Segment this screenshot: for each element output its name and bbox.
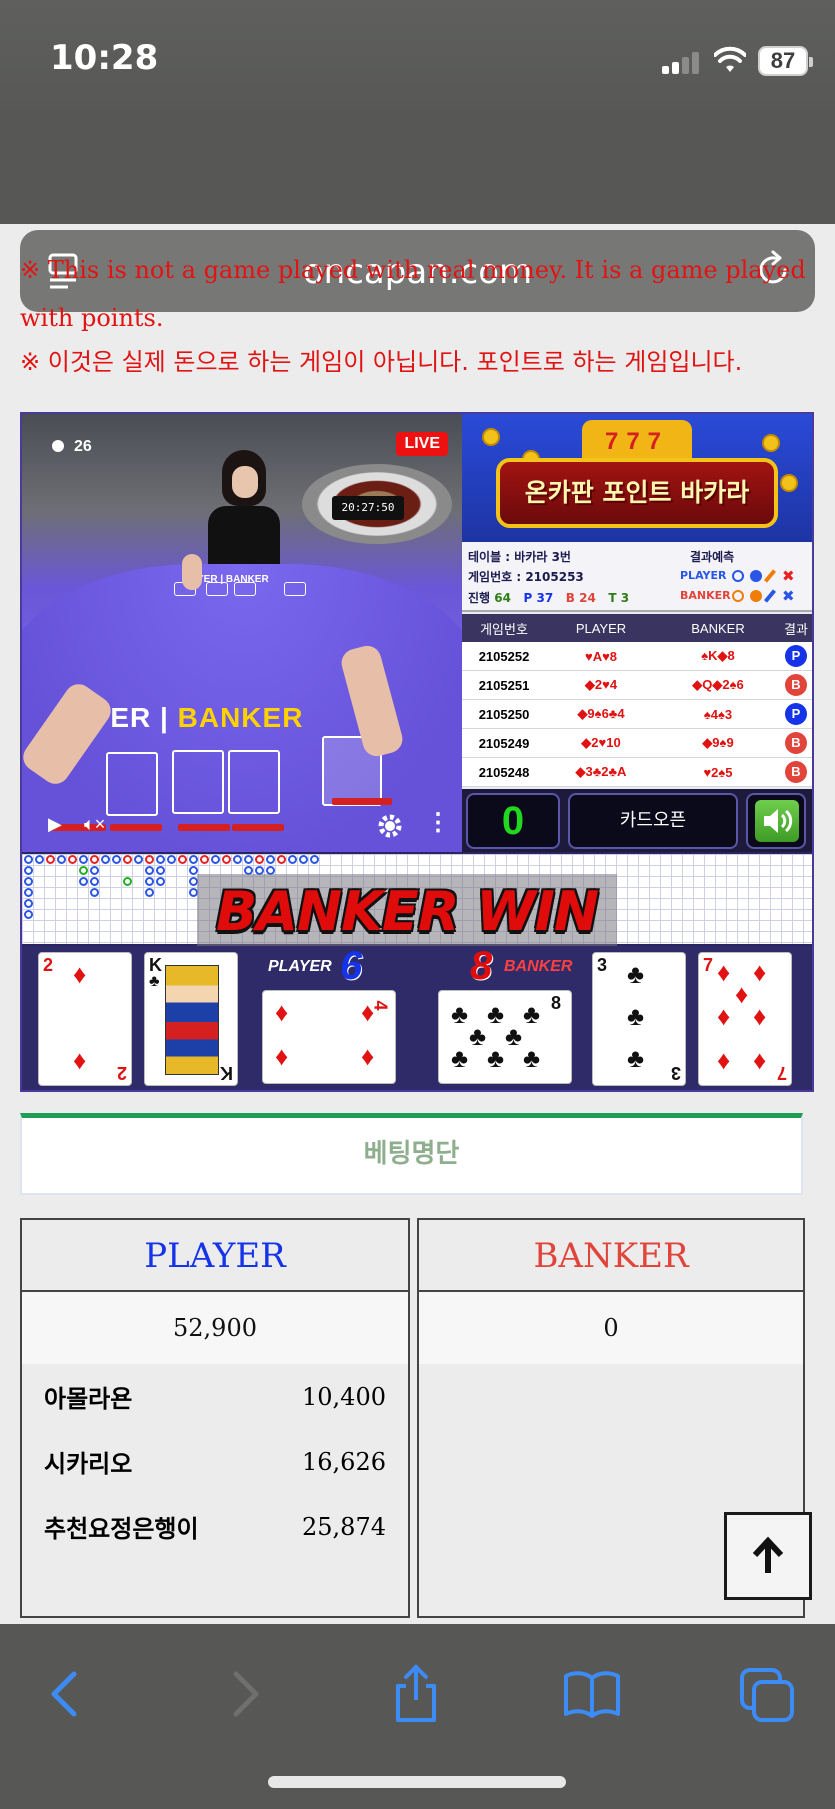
home-indicator	[268, 1776, 566, 1788]
prediction-label: 결과예측	[690, 550, 735, 564]
game-info-panel: 777 온카판 포인트 바카라 테이블 : 바카라 3번 게임번호 : 2105…	[462, 414, 812, 852]
list-item: 아몰라욘 10,400	[44, 1382, 386, 1414]
game-banner: 777 온카판 포인트 바카라	[462, 414, 812, 542]
banner-sign: 온카판 포인트 바카라	[496, 458, 778, 528]
betting-list-title: 베팅명단	[20, 1113, 803, 1195]
table-name: 테이블 : 바카라 3번	[468, 550, 571, 564]
player-bets-total: 52,900	[22, 1292, 408, 1364]
king-figure	[165, 965, 219, 1075]
result-badge: P	[785, 703, 807, 725]
banker-card-2: 3 ♣ ♣ ♣ 3	[592, 952, 686, 1086]
tabs-icon[interactable]	[738, 1664, 798, 1724]
game-number: 게임번호 : 2105253	[468, 570, 584, 584]
table-info: 테이블 : 바카라 3번 게임번호 : 2105253 진행 64 P 37 B…	[462, 542, 812, 612]
settings-gear-icon[interactable]	[376, 812, 404, 840]
table-row: 2105250 ◆9♠6♣4 ♠4♠3 P	[462, 700, 812, 729]
player-bets-header: PLAYER	[22, 1220, 408, 1292]
live-video[interactable]: 20:27:50 YER | BANKER AYER | BANKER 26 L…	[22, 414, 462, 852]
viewer-icon	[52, 440, 64, 452]
countdown-counter: 0	[466, 793, 560, 849]
scroll-to-top-button[interactable]	[724, 1512, 812, 1600]
bookmarks-icon[interactable]	[562, 1664, 622, 1724]
banker-score: 8	[470, 944, 493, 988]
progress-stats: 진행 64 P 37 B 24 T 3	[468, 591, 630, 605]
notice-english: ※ This is not a game played with real mo…	[20, 256, 806, 332]
table-row: 2105249 ◆2♥10 ◆9♠9 B	[462, 729, 812, 758]
banner-title: 온카판 포인트 바카라	[524, 478, 750, 507]
banker-label: BANKER	[504, 958, 573, 975]
play-icon[interactable]: ▶	[48, 814, 62, 835]
forward-icon[interactable]	[214, 1664, 274, 1724]
predict-banker-label: BANKER	[680, 589, 731, 602]
player-label: PLAYER	[268, 958, 332, 975]
battery-icon: 87	[758, 46, 813, 76]
predict-player-label: PLAYER	[680, 569, 727, 582]
banker-bets-total: 0	[419, 1292, 803, 1364]
mute-icon[interactable]: 🔈︎×	[84, 814, 105, 835]
logo-banker-text: BANKER	[177, 702, 304, 733]
game-controls: 0 카드오픈	[462, 789, 812, 852]
dealer-hand-center	[182, 554, 202, 590]
back-icon[interactable]	[36, 1664, 96, 1724]
player-score: 6	[340, 944, 363, 988]
table-row: 2105251 ◆2♥4 ◆Q◆2♠6 B	[462, 671, 812, 700]
result-badge: P	[785, 645, 807, 667]
player-bets-column: PLAYER 52,900 아몰라욘 10,400 시카리오 16,626 추천…	[20, 1218, 410, 1618]
table-clock: 20:27:50	[332, 496, 404, 520]
results-table: 게임번호 PLAYER BANKER 결과 2105252 ♥A♥8 ♠K◆8 …	[462, 614, 812, 787]
win-text: BANKER WIN	[215, 880, 599, 943]
baccarat-game-frame: 20:27:50 YER | BANKER AYER | BANKER 26 L…	[20, 412, 814, 1092]
result-badge: B	[785, 761, 807, 783]
cellular-signal-icon	[662, 52, 700, 74]
player-card-3: 4 ♦ ♦ ♦ ♦	[262, 990, 396, 1084]
result-badge: B	[785, 732, 807, 754]
notice-korean: ※ 이것은 실제 돈으로 하는 게임이 아닙니다. 포인트로 하는 게임입니다.	[20, 348, 743, 376]
banker-bets-header: BANKER	[419, 1220, 803, 1292]
speaker-icon	[764, 809, 793, 833]
table-row: 2105252 ♥A♥8 ♠K◆8 P	[462, 642, 812, 671]
wifi-icon	[714, 46, 746, 72]
player-card-1: 2 ♦ ♦ 2	[38, 952, 132, 1086]
status-bar: 10:28 87	[0, 0, 835, 120]
viewer-count: 26	[52, 438, 92, 456]
predict-player-icons: ✖	[732, 567, 795, 585]
share-icon[interactable]	[386, 1664, 446, 1724]
table-row: 2105248 ◆3♣2♣A ♥2♠5 B	[462, 758, 812, 787]
banker-card-1: ♣ ♣ ♣ ♣ ♣ ♣ ♣ ♣ 8	[438, 990, 572, 1084]
player-card-2: K ♣ K	[144, 952, 238, 1086]
card-open-button[interactable]: 카드오픈	[568, 793, 738, 849]
win-banner: BANKER WIN	[197, 874, 617, 950]
result-badge: B	[785, 674, 807, 696]
list-item: 시카리오 16,626	[44, 1447, 386, 1479]
results-header: 게임번호 PLAYER BANKER 결과	[462, 614, 812, 642]
status-time: 10:28	[50, 38, 159, 78]
dealt-cards: 2 ♦ ♦ 2 K ♣ K 4 ♦ ♦ ♦ ♦ PLAYER 6 8 BANKE…	[22, 944, 812, 1090]
live-badge: LIVE	[396, 432, 448, 456]
banker-card-3: 7 ♦ ♦ ♦ ♦ ♦ ♦ ♦ 7	[698, 952, 792, 1086]
browser-toolbar: oncapan.com	[0, 110, 835, 312]
predict-banker-icons: ✖	[732, 587, 795, 605]
more-options-icon[interactable]: ⋮	[426, 808, 450, 837]
arrow-up-icon	[752, 1536, 784, 1573]
list-item: 추천요정은행이 25,874	[44, 1512, 386, 1544]
sound-button[interactable]	[746, 793, 806, 849]
video-controls: ▶ 🔈︎× ⋮	[22, 802, 462, 852]
